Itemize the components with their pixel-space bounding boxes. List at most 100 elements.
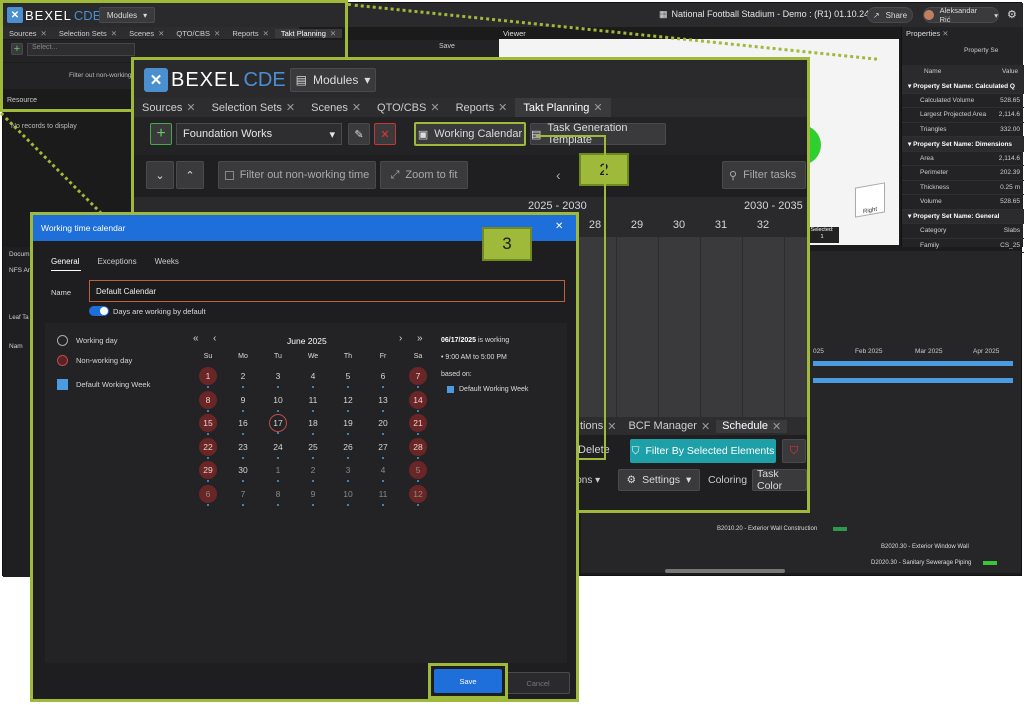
calendar-day[interactable]: 3 <box>269 367 287 388</box>
property-set-header[interactable]: ▾ Property Set Name: General <box>902 209 1024 224</box>
filter-nonworking-toggle[interactable]: Filter out non-working time <box>218 161 376 189</box>
calendar-day[interactable]: 9 <box>234 391 252 412</box>
calendar-day[interactable]: 1 <box>199 367 217 388</box>
doc-tab[interactable]: Docum <box>9 251 30 258</box>
working-calendar-button[interactable]: ▣ Working Calendar <box>414 122 526 146</box>
dialog-close-icon[interactable]: ✕ <box>555 221 563 232</box>
dialog-tab-general[interactable]: General <box>51 257 79 266</box>
clear-filter-button[interactable]: ⛉ <box>782 439 806 463</box>
calendar-day[interactable]: 2 <box>304 461 322 482</box>
timeline-day: 29 <box>630 219 644 231</box>
dialog-tab-weeks[interactable]: Weeks <box>155 257 179 266</box>
calendar-day[interactable]: 5 <box>339 367 357 388</box>
calendar-day[interactable]: 25 <box>304 438 322 459</box>
expand-all-button[interactable]: ⌄ <box>146 161 174 189</box>
property-set-header[interactable]: ▾ Property Set Name: Calculated Q <box>902 79 1024 94</box>
day-indicator-dot <box>207 480 209 482</box>
calendar-day[interactable]: 30 <box>234 461 252 482</box>
task-color-select[interactable]: Task Color <box>752 469 807 491</box>
days-working-toggle[interactable] <box>89 306 109 316</box>
collapse-all-button[interactable]: ⌃ <box>176 161 204 189</box>
calendar-day[interactable]: 11 <box>374 485 392 506</box>
calendar-day[interactable]: 23 <box>234 438 252 459</box>
gantt-task-bar[interactable] <box>833 527 847 531</box>
view-cube[interactable]: Right <box>855 182 885 218</box>
property-set-button[interactable]: Property Se <box>964 47 998 54</box>
gear-icon[interactable]: ⚙ <box>1007 8 1017 21</box>
calendar-day[interactable]: 26 <box>339 438 357 459</box>
filter-selected-button[interactable]: ⛉ Filter By Selected Elements <box>630 439 776 463</box>
tab-takt-planning[interactable]: Takt Planning ✕ <box>515 98 611 117</box>
calendar-day[interactable]: 19 <box>339 414 357 435</box>
back-save[interactable]: Save <box>439 43 471 56</box>
calendar-day[interactable]: 10 <box>269 391 287 412</box>
calendar-day[interactable]: 9 <box>304 485 322 506</box>
calendar-day[interactable]: 6 <box>374 367 392 388</box>
filter-tasks-input[interactable]: ⚲ Filter tasks <box>722 161 806 189</box>
calendar-day[interactable]: 17 <box>269 414 287 434</box>
calendar-day[interactable]: 16 <box>234 414 252 435</box>
gantt-scrollbar[interactable] <box>665 569 785 573</box>
calendar-day[interactable]: 7 <box>409 367 427 388</box>
tab-reports[interactable]: Reports ✕ <box>448 98 516 117</box>
calendar-day[interactable]: 20 <box>374 414 392 435</box>
calendar-day[interactable]: 28 <box>409 437 427 459</box>
calendar-day[interactable]: 10 <box>339 485 357 506</box>
calendar-day[interactable]: 4 <box>374 461 392 482</box>
month-title: June 2025 <box>287 336 327 346</box>
calendar-day[interactable]: 18 <box>304 414 322 435</box>
filter-clear-icon: ⛉ <box>789 444 799 457</box>
add-button[interactable]: + <box>150 123 172 145</box>
project-select[interactable]: Foundation Works ▾ <box>176 123 342 145</box>
zoom-to-fit-button[interactable]: ⤢ Zoom to fit <box>380 161 468 189</box>
calendar-day[interactable]: 1 <box>269 461 287 482</box>
calendar-day[interactable]: 12 <box>339 391 357 412</box>
calendar-day[interactable]: 14 <box>409 390 427 412</box>
user-menu[interactable]: Aleksandar Rić ▾ <box>923 6 999 24</box>
calendar-day[interactable]: 21 <box>409 414 427 435</box>
prev-year-icon[interactable]: « <box>193 333 199 344</box>
viewer-tab[interactable]: Viewer <box>503 29 526 38</box>
properties-tab[interactable]: Properties ✕ <box>906 29 949 38</box>
calendar-day[interactable]: 6 <box>199 484 217 506</box>
gantt-bar[interactable] <box>813 361 1013 366</box>
calendar-day[interactable]: 7 <box>234 485 252 506</box>
share-button[interactable]: ↗ Share <box>867 7 913 23</box>
prev-month-icon[interactable]: ‹ <box>213 333 216 344</box>
calendar-day[interactable]: 5 <box>409 461 427 482</box>
calendar-day[interactable]: 24 <box>269 438 287 459</box>
dialog-tab-exceptions[interactable]: Exceptions <box>97 257 136 266</box>
tab-qto-cbs[interactable]: QTO/CBS ✕ <box>369 98 448 117</box>
tab-schedule[interactable]: Schedule ✕ <box>716 419 788 433</box>
calendar-day[interactable]: 12 <box>409 484 427 506</box>
calendar-day[interactable]: 4 <box>304 367 322 388</box>
calendar-day[interactable]: 13 <box>374 391 392 412</box>
save-button[interactable]: Save <box>434 669 502 693</box>
day-indicator-dot <box>312 503 314 506</box>
modules-button[interactable]: ▤ Modules ▾ <box>290 68 376 92</box>
tab-bcf-manager[interactable]: BCF Manager ✕ <box>622 420 716 433</box>
calendar-day[interactable]: 8 <box>269 485 287 506</box>
cancel-button[interactable]: Cancel <box>506 672 570 694</box>
calendar-day[interactable]: 8 <box>199 390 217 412</box>
name-field[interactable]: Default Calendar <box>89 280 565 302</box>
tab-selection-sets[interactable]: Selection Sets ✕ <box>204 98 304 117</box>
calendar-day[interactable]: 15 <box>199 414 217 435</box>
calendar-day[interactable]: 2 <box>234 367 252 388</box>
tab-sources[interactable]: Sources ✕ <box>134 98 204 117</box>
next-year-icon[interactable]: » <box>417 333 423 344</box>
calendar-day[interactable]: 29 <box>199 461 217 482</box>
edit-button[interactable]: ✎ <box>348 123 370 145</box>
gantt-bar[interactable] <box>813 378 1013 383</box>
property-set-header[interactable]: ▾ Property Set Name: Dimensions <box>902 137 1024 152</box>
calendar-day[interactable]: 22 <box>199 437 217 459</box>
settings-dropdown[interactable]: ⚙ Settings ▾ <box>618 469 700 491</box>
calendar-day[interactable]: 3 <box>339 461 357 482</box>
delete-button[interactable]: ✕ <box>374 123 396 145</box>
property-row: Category Slabs <box>902 224 1024 239</box>
tab-scenes[interactable]: Scenes ✕ <box>303 98 369 117</box>
gantt-task-bar[interactable] <box>983 561 997 565</box>
calendar-day[interactable]: 27 <box>374 438 392 459</box>
calendar-day[interactable]: 11 <box>304 391 322 412</box>
next-month-icon[interactable]: › <box>399 333 402 344</box>
